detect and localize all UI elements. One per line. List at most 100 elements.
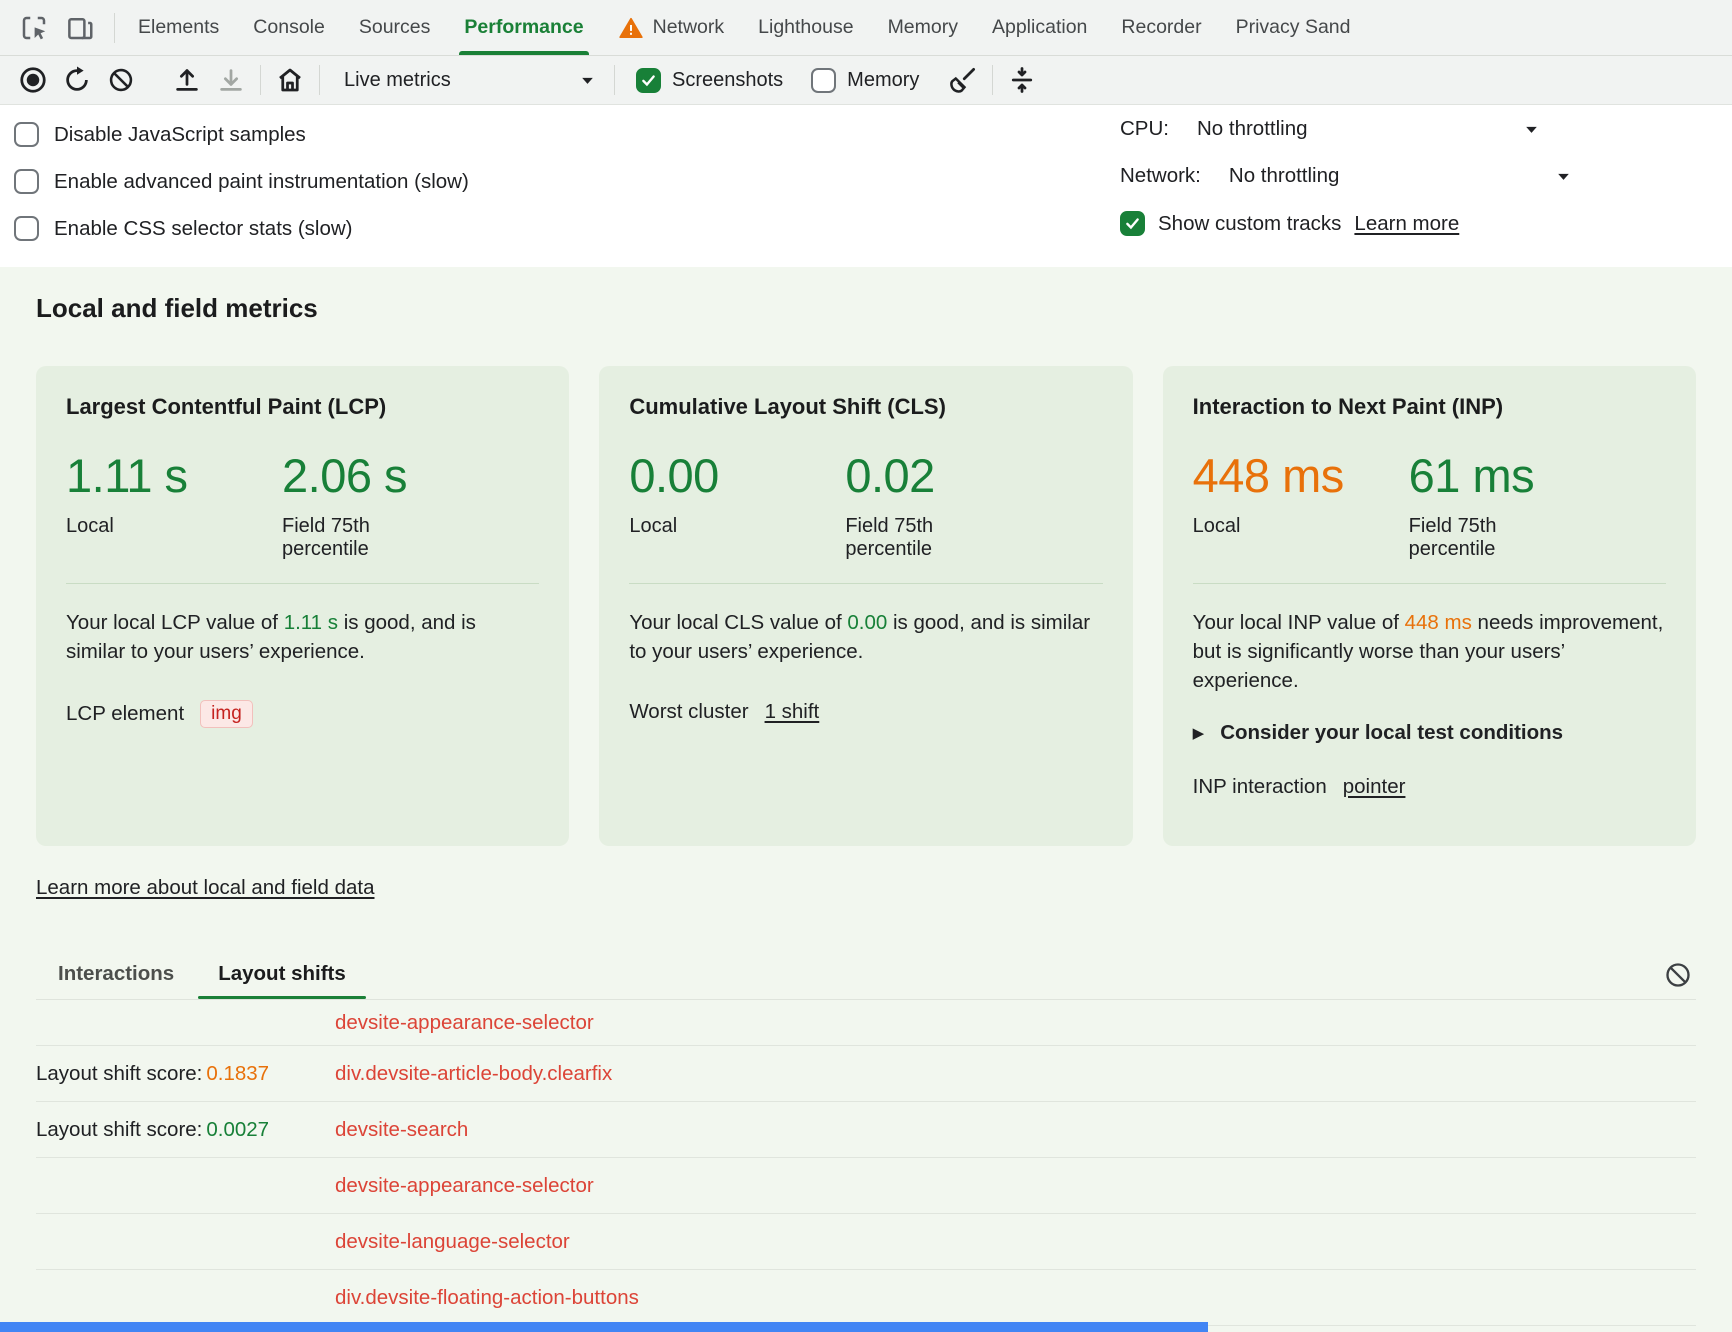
tab-network[interactable]: Network	[601, 0, 742, 55]
upload-icon	[172, 65, 202, 95]
card-title: Largest Contentful Paint (LCP)	[66, 394, 539, 420]
layout-shift-score	[36, 1230, 335, 1254]
inp-interaction-label: INP interaction	[1193, 775, 1327, 799]
card-values: 1.11 s Local 2.06 s Field 75th percentil…	[66, 448, 539, 561]
layout-shift-score: Layout shift score:0.1837	[36, 1062, 335, 1086]
score-value: 0.0027	[206, 1118, 269, 1141]
network-throttling-select[interactable]: Network: No throttling	[1120, 164, 1572, 188]
tab-elements[interactable]: Elements	[121, 0, 236, 55]
tab-privacy-sandbox[interactable]: Privacy Sand	[1219, 0, 1368, 55]
record-button[interactable]	[12, 60, 54, 100]
local-label: Local	[66, 515, 282, 538]
lcp-field-value: 2.06 s	[282, 448, 422, 503]
tab-label: Lighthouse	[758, 16, 853, 39]
logs-section: Interactions Layout shifts devsite-appea…	[36, 954, 1696, 1326]
checkbox-unchecked-icon	[14, 169, 39, 194]
clear-log-button[interactable]	[1660, 957, 1696, 993]
tab-layout-shifts[interactable]: Layout shifts	[196, 954, 368, 999]
element-link[interactable]: devsite-appearance-selector	[335, 1011, 594, 1035]
local-label: Local	[1193, 515, 1409, 538]
custom-tracks-checkbox[interactable]	[1120, 211, 1145, 236]
worst-cluster-link[interactable]: 1 shift	[765, 700, 820, 724]
layout-shift-score	[36, 1011, 335, 1035]
local-label: Local	[629, 515, 845, 538]
tab-interactions[interactable]: Interactions	[36, 954, 196, 999]
desc-value: 448 ms	[1405, 611, 1472, 634]
checkbox-label: Enable CSS selector stats (slow)	[54, 217, 353, 241]
card-values: 448 ms Local 61 ms Field 75th percentile	[1193, 448, 1666, 561]
css-selector-stats-checkbox[interactable]: Enable CSS selector stats (slow)	[14, 205, 1732, 252]
tab-performance[interactable]: Performance	[447, 0, 600, 55]
learn-more-link[interactable]: Learn more	[1354, 212, 1459, 236]
tab-label: Recorder	[1121, 16, 1201, 39]
home-icon	[275, 65, 305, 95]
clear-icon	[1664, 961, 1692, 989]
card-description: Your local INP value of 448 ms needs imp…	[1193, 608, 1666, 695]
divider	[66, 583, 539, 584]
score-label: Layout shift score:	[36, 1118, 202, 1141]
tab-lighthouse[interactable]: Lighthouse	[741, 0, 870, 55]
score-label: Layout shift score:	[36, 1062, 202, 1085]
divider	[992, 65, 993, 95]
cpu-throttling-select[interactable]: CPU: No throttling	[1120, 117, 1540, 141]
tab-memory[interactable]: Memory	[871, 0, 975, 55]
cls-field-value: 0.02	[845, 448, 985, 503]
score-value: 0.1837	[206, 1062, 269, 1085]
divider	[1193, 583, 1666, 584]
lcp-element-row: LCP element img	[66, 700, 539, 728]
element-link[interactable]: div.devsite-article-body.clearfix	[335, 1062, 612, 1086]
tab-application[interactable]: Application	[975, 0, 1104, 55]
live-metrics-home-button[interactable]	[269, 60, 311, 100]
devtools-tabbar: Elements Console Sources Performance Net…	[0, 0, 1732, 56]
field-label: Field 75th percentile	[845, 515, 985, 561]
download-icon	[216, 65, 246, 95]
live-metrics-view: Local and field metrics Largest Contentf…	[0, 267, 1732, 1332]
disclosure-label: Consider your local test conditions	[1220, 721, 1563, 745]
checkbox-label: Screenshots	[672, 69, 783, 92]
clear-icon	[107, 66, 135, 94]
history-dropdown[interactable]: Live metrics	[334, 65, 606, 96]
checkbox-label: Disable JavaScript samples	[54, 123, 306, 147]
chevron-down-icon	[1523, 121, 1540, 138]
card-title: Cumulative Layout Shift (CLS)	[629, 394, 1102, 420]
tab-console[interactable]: Console	[236, 0, 342, 55]
tab-recorder[interactable]: Recorder	[1104, 0, 1218, 55]
tab-label: Interactions	[58, 962, 174, 985]
reload-and-record-button[interactable]	[56, 60, 98, 100]
tab-label: Application	[992, 16, 1087, 39]
tab-sources[interactable]: Sources	[342, 0, 448, 55]
element-link[interactable]: devsite-search	[335, 1118, 468, 1142]
card-description: Your local CLS value of 0.00 is good, an…	[629, 608, 1102, 666]
save-profile-button[interactable]	[210, 60, 252, 100]
field-data-learn-more-link[interactable]: Learn more about local and field data	[36, 876, 374, 900]
checkbox-label: Enable advanced paint instrumentation (s…	[54, 170, 469, 194]
inp-interaction-link[interactable]: pointer	[1343, 775, 1406, 799]
chevron-down-icon	[1555, 168, 1572, 185]
load-profile-button[interactable]	[166, 60, 208, 100]
tab-label: Layout shifts	[218, 962, 346, 985]
divider	[614, 65, 615, 95]
memory-checkbox[interactable]: Memory	[798, 68, 932, 93]
inspect-icon[interactable]	[14, 8, 54, 48]
network-value: No throttling	[1229, 164, 1340, 188]
collect-garbage-button[interactable]	[942, 60, 984, 100]
reload-icon	[62, 65, 92, 95]
lcp-local-value: 1.11 s	[66, 448, 282, 503]
tab-label: Performance	[464, 16, 583, 39]
local-test-conditions-disclosure[interactable]: ▶ Consider your local test conditions	[1193, 721, 1666, 745]
table-row: Layout shift score:0.1837 div.devsite-ar…	[36, 1046, 1696, 1102]
divider	[629, 583, 1102, 584]
collapse-panel-button[interactable]	[1001, 60, 1043, 100]
clear-button[interactable]	[100, 60, 142, 100]
device-toolbar-icon[interactable]	[60, 8, 100, 48]
divider	[260, 65, 261, 95]
tabbar-icons	[0, 0, 108, 55]
element-link[interactable]: div.devsite-floating-action-buttons	[335, 1286, 639, 1310]
layout-shift-score: Layout shift score:0.0027	[36, 1118, 335, 1142]
element-link[interactable]: devsite-language-selector	[335, 1230, 570, 1254]
table-row: devsite-appearance-selector	[36, 1158, 1696, 1214]
card-description: Your local LCP value of 1.11 s is good, …	[66, 608, 539, 666]
lcp-element-node-link[interactable]: img	[200, 700, 253, 728]
element-link[interactable]: devsite-appearance-selector	[335, 1174, 594, 1198]
screenshots-checkbox[interactable]: Screenshots	[623, 68, 796, 93]
